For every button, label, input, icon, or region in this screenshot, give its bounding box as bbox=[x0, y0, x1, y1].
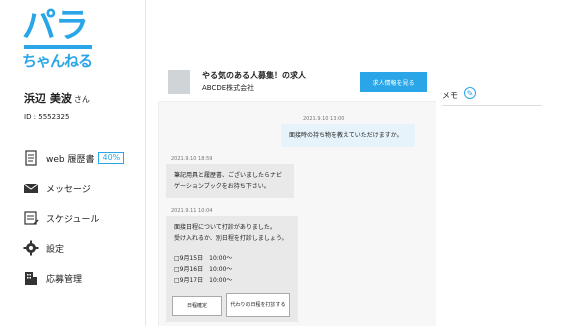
message-bubble-received: 筆記用具と履歴書、ございましたらナビゲーションブックをお持ち下さい。 bbox=[166, 164, 294, 198]
sidebar-item-label: メッセージ bbox=[46, 184, 91, 195]
sidebar-item-settings[interactable]: 設定 bbox=[22, 240, 142, 256]
user-name-text: 浜辺 美波 bbox=[24, 92, 72, 105]
memo-label: メモ bbox=[442, 91, 458, 100]
message-timestamp: 2021.9.10 13:00 bbox=[303, 116, 345, 122]
message-text: 面接時の持ち物を教えていただけますか。 bbox=[289, 132, 403, 139]
logo-line-2: ちゃんねる bbox=[22, 52, 93, 70]
schedule-icon bbox=[22, 210, 40, 226]
resume-icon bbox=[22, 150, 40, 166]
message-line: 面接日程について打診がありました。 bbox=[174, 224, 276, 231]
mail-icon bbox=[22, 180, 40, 196]
app-logo[interactable]: パラ ちゃんねる bbox=[22, 8, 102, 71]
sidebar-item-schedule[interactable]: スケジュール bbox=[22, 210, 142, 226]
sidebar-nav: web 履歴書 40% メッセージ スケジュール 設定 応募管理 bbox=[22, 150, 142, 300]
user-name: 浜辺 美波 さん bbox=[24, 90, 90, 106]
message-text: 筆記用具と履歴書、ございましたらナビゲーションブックをお持ち下さい。 bbox=[174, 172, 283, 190]
sidebar-item-label: スケジュール bbox=[46, 214, 100, 225]
pen-icon[interactable]: ✎ bbox=[464, 87, 476, 99]
building-icon bbox=[22, 270, 40, 286]
sidebar-item-web-resume[interactable]: web 履歴書 40% bbox=[22, 150, 142, 166]
message-line: 受け入れるか、別日程を打診しましょう。 bbox=[174, 235, 288, 242]
job-company: ABCDE株式会社 bbox=[202, 84, 255, 92]
gear-icon bbox=[22, 240, 40, 256]
main-panel: やる気のある人募集！の求人 ABCDE株式会社 求人情報を見る メモ ✎ 202… bbox=[146, 0, 561, 326]
memo-field[interactable]: メモ ✎ bbox=[442, 82, 542, 106]
message-bubble-sent: 面接時の持ち物を教えていただけますか。 bbox=[281, 124, 415, 147]
message-line: □9月15日 10:00～ bbox=[174, 255, 233, 262]
message-timestamp: 2021.9.11 10:04 bbox=[171, 208, 213, 214]
sidebar-item-messages[interactable]: メッセージ bbox=[22, 180, 142, 196]
user-info: 浜辺 美波 さん ID : 5552325 bbox=[24, 90, 90, 121]
logo-line-1: パラ bbox=[22, 6, 89, 46]
sidebar-item-applications[interactable]: 応募管理 bbox=[22, 270, 142, 286]
job-header: やる気のある人募集！の求人 ABCDE株式会社 求人情報を見る bbox=[158, 62, 436, 102]
user-honorific: さん bbox=[73, 95, 90, 104]
sidebar-item-label: 設定 bbox=[46, 244, 65, 255]
sidebar-item-label: web 履歴書 bbox=[46, 154, 95, 165]
confirm-schedule-button[interactable]: 日程確定 bbox=[172, 296, 222, 316]
propose-other-date-button[interactable]: 代わりの日程を打診する bbox=[226, 293, 290, 317]
view-job-button[interactable]: 求人情報を見る bbox=[360, 72, 427, 92]
user-id: ID : 5552325 bbox=[24, 113, 70, 121]
sidebar-item-label: 応募管理 bbox=[46, 274, 83, 285]
message-timestamp: 2021.9.10 18:59 bbox=[171, 156, 213, 162]
message-line: □9月17日 10:00～ bbox=[174, 277, 233, 284]
message-line: □9月16日 10:00～ bbox=[174, 266, 233, 273]
sidebar: パラ ちゃんねる 浜辺 美波 さん ID : 5552325 web 履歴書 40… bbox=[0, 0, 146, 326]
resume-progress-badge: 40% bbox=[98, 152, 125, 164]
message-line bbox=[174, 244, 290, 253]
job-thumbnail bbox=[168, 70, 190, 94]
job-title: やる気のある人募集！の求人 bbox=[202, 71, 306, 80]
